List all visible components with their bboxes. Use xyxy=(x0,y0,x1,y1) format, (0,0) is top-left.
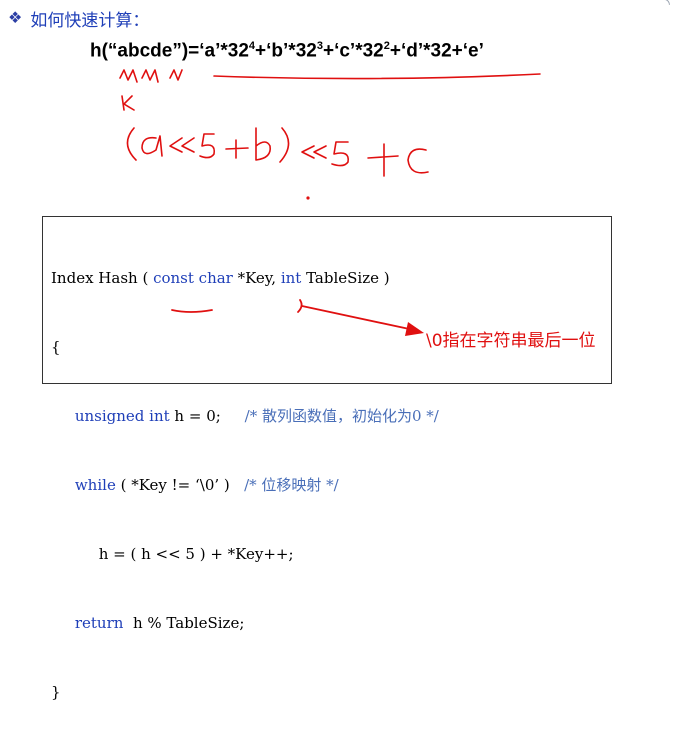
code-line-return: return h % TableSize; xyxy=(51,612,439,635)
code-keyword: return xyxy=(74,614,124,632)
code-text: Index Hash ( xyxy=(51,269,154,287)
formula-mid1: +‘b’*32 xyxy=(255,40,317,62)
ink-five-1 xyxy=(199,133,216,159)
code-text: h = 0; xyxy=(169,407,221,425)
ink-arrows xyxy=(119,69,183,83)
ink-five-2 xyxy=(331,141,350,167)
code-keyword: while xyxy=(74,476,116,494)
code-block: Index Hash ( const char *Key, int TableS… xyxy=(42,216,612,701)
code-keyword: int xyxy=(280,269,302,287)
ink-letter-b xyxy=(255,127,272,161)
code-text: *Key, xyxy=(232,269,281,287)
ink-plus-2 xyxy=(367,143,399,177)
ink-shift-1 xyxy=(169,137,195,153)
hash-formula: h(“abcde”)=‘a’*324+‘b’*323+‘c’*322+‘d’*3… xyxy=(90,40,484,62)
code-line-close-brace: } xyxy=(51,683,61,701)
section-heading: ❖ 如何快速计算： xyxy=(8,6,149,31)
code-keyword: const char xyxy=(153,269,233,287)
code-listing: Index Hash ( const char *Key, int TableS… xyxy=(51,221,439,750)
code-text: TableSize ) xyxy=(301,269,390,287)
code-text: h % TableSize; xyxy=(123,614,245,632)
ink-letter-c xyxy=(407,148,429,174)
code-line-init: unsigned int h = 0; /* 散列函数值，初始化为0 */ xyxy=(51,405,439,428)
corner-mark: ◝ xyxy=(663,0,670,13)
code-text: h = ( h << 5 ) + *Key++; xyxy=(98,545,294,563)
ink-letter-a xyxy=(141,135,163,157)
code-text: ( *Key != ‘\0’ ) xyxy=(115,476,230,494)
ink-dot xyxy=(306,196,310,200)
code-line-open-brace: { xyxy=(51,338,61,356)
ink-close-paren xyxy=(279,127,290,163)
ink-k-mark xyxy=(121,95,135,111)
code-line-shift: h = ( h << 5 ) + *Key++; xyxy=(51,543,439,566)
bullet-icon: ❖ xyxy=(8,9,23,27)
formula-mid2: +‘c’*32 xyxy=(322,40,384,62)
ink-shift-2 xyxy=(301,145,327,159)
ink-plus-1 xyxy=(225,139,249,159)
code-keyword: unsigned int xyxy=(74,407,170,425)
code-comment: /* 散列函数值，初始化为0 */ xyxy=(244,407,439,425)
code-comment: /* 位移映射 */ xyxy=(244,476,339,494)
ink-underline xyxy=(213,73,541,80)
ink-open-paren xyxy=(126,127,137,161)
formula-prefix: h(“abcde”)=‘a’*32 xyxy=(90,40,249,62)
code-line-signature: Index Hash ( const char *Key, int TableS… xyxy=(51,267,439,290)
formula-tail: +‘d’*32+‘e’ xyxy=(389,40,484,62)
heading-text: 如何快速计算： xyxy=(30,11,150,31)
code-line-while: while ( *Key != ‘\0’ ) /* 位移映射 */ xyxy=(51,474,439,497)
slide: ◝ ❖ 如何快速计算： h(“abcde”)=‘a’*324+‘b’*323+‘… xyxy=(0,0,682,701)
null-terminator-note: \0指在字符串最后一位 xyxy=(426,331,596,351)
